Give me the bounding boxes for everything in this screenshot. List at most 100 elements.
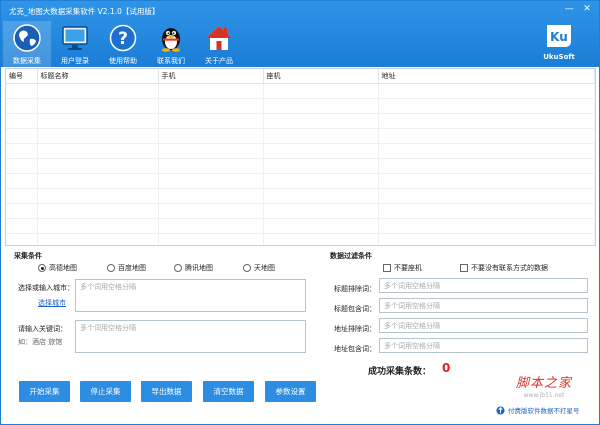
radio-indicator (107, 264, 115, 272)
table-body (6, 83, 595, 245)
toolbar-collect-button[interactable]: 数据采集 (3, 21, 51, 67)
watermark-url: www.jb51.net (523, 392, 565, 399)
svg-text:Ku: Ku (550, 30, 568, 44)
brand-block: Ku UkuSoft (537, 22, 581, 61)
table-cell (263, 98, 379, 114)
city-label: 选择或输入城市： (18, 284, 74, 292)
table-cell (263, 158, 379, 174)
toolbar-contact-button[interactable]: 联系我们 (147, 21, 195, 67)
select-city-link[interactable]: 选择城市 (38, 298, 66, 308)
radio-gaode[interactable]: 高德地图 (38, 263, 77, 273)
toolbar-contact-label: 联系我们 (157, 57, 185, 65)
table-cell (158, 128, 264, 144)
checkbox-indicator (460, 264, 468, 272)
title-include-input[interactable] (379, 298, 588, 313)
table-cell (378, 158, 595, 174)
radio-label: 天地图 (254, 264, 275, 272)
export-data-button[interactable]: 导出数据 (141, 381, 192, 402)
radio-indicator (174, 264, 182, 272)
column-header-mobile[interactable]: 手机 (158, 69, 264, 84)
radio-label: 腾讯地图 (185, 264, 213, 272)
table-row (6, 233, 595, 245)
address-exclude-label: 地址排除词： (334, 325, 376, 333)
toolbar-help-button[interactable]: ? 使用帮助 (99, 21, 147, 67)
title-exclude-input[interactable] (379, 278, 588, 293)
radio-baidu[interactable]: 百度地图 (107, 263, 146, 273)
table-cell (6, 158, 38, 174)
results-table[interactable]: 编号 标题名称 手机 座机 地址 (5, 68, 596, 246)
table-cell (158, 203, 264, 219)
keyword-input[interactable] (75, 320, 306, 353)
table-row (6, 98, 595, 114)
brand-name: UkuSoft (543, 53, 575, 61)
main-toolbar: 数据采集 用户登录 ? 使用帮助 联系我们 关于产品 (3, 21, 243, 67)
column-header-id[interactable]: 编号 (6, 69, 38, 84)
toolbar-about-button[interactable]: 关于产品 (195, 21, 243, 67)
table-cell (263, 143, 379, 159)
radio-indicator (38, 264, 46, 272)
table-cell (6, 113, 38, 129)
table-cell (158, 143, 264, 159)
table-cell (6, 188, 38, 204)
table-cell (263, 173, 379, 189)
table-cell (6, 203, 38, 219)
checkbox-label: 不要没有联系方式的数据 (471, 264, 548, 272)
title-include-label: 标题包含词： (334, 305, 376, 313)
checkbox-label: 不要座机 (394, 264, 422, 272)
watermark-title: 脚本之家 (515, 376, 572, 391)
table-row (6, 203, 595, 219)
table-cell (378, 98, 595, 114)
table-cell (378, 83, 595, 99)
table-cell (263, 203, 379, 219)
clear-data-button[interactable]: 清空数据 (203, 381, 254, 402)
minimize-button[interactable]: — (561, 3, 577, 15)
svg-text:?: ? (118, 29, 128, 49)
table-row (6, 188, 595, 204)
paid-version-notice[interactable]: 付费版软件数据不打星号 (496, 405, 580, 415)
close-button[interactable]: ✕ (579, 3, 595, 15)
column-header-title[interactable]: 标题名称 (37, 69, 159, 84)
address-include-input[interactable] (379, 338, 588, 353)
table-cell (37, 128, 159, 144)
table-cell (158, 173, 264, 189)
table-cell (37, 143, 159, 159)
table-cell (37, 233, 159, 245)
stop-collect-button[interactable]: 停止采集 (80, 381, 131, 402)
table-row (6, 83, 595, 99)
home-icon (206, 26, 232, 50)
radio-tencent[interactable]: 腾讯地图 (174, 263, 213, 273)
table-cell (6, 98, 38, 114)
table-cell (6, 143, 38, 159)
table-cell (37, 218, 159, 234)
table-cell (158, 233, 264, 245)
table-cell (263, 113, 379, 129)
window-controls: — ✕ (561, 3, 595, 15)
table-cell (37, 113, 159, 129)
table-cell (378, 203, 595, 219)
start-collect-button[interactable]: 开始采集 (19, 381, 70, 402)
info-arrow-icon (496, 405, 505, 415)
collect-panel-title: 采集条件 (14, 252, 42, 260)
radio-indicator (243, 264, 251, 272)
column-header-address[interactable]: 地址 (378, 69, 595, 84)
toolbar-login-label: 用户登录 (61, 57, 89, 65)
keyword-label: 请输入关键词： (18, 325, 67, 333)
radio-tianditu[interactable]: 天地图 (243, 263, 275, 273)
toolbar-collect-label: 数据采集 (13, 57, 41, 65)
settings-button[interactable]: 参数设置 (265, 381, 316, 402)
monitor-icon (62, 26, 88, 50)
table-cell (6, 128, 38, 144)
address-exclude-input[interactable] (379, 318, 588, 333)
radio-label: 高德地图 (49, 264, 77, 272)
city-input[interactable] (75, 279, 306, 312)
title-bar: 尤克_地图大数据采集软件 V2.1.0【试用版】 — ✕ 数据采集 用户登录 ?… (1, 1, 599, 67)
toolbar-login-button[interactable]: 用户登录 (51, 21, 99, 67)
column-header-landline[interactable]: 座机 (263, 69, 379, 84)
table-cell (378, 173, 595, 189)
no-landline-checkbox[interactable]: 不要座机 (383, 263, 422, 273)
table-cell (37, 83, 159, 99)
notice-text: 付费版软件数据不打星号 (508, 407, 580, 415)
table-cell (158, 218, 264, 234)
no-contact-checkbox[interactable]: 不要没有联系方式的数据 (460, 263, 548, 273)
success-count-label: 成功采集条数： (368, 367, 432, 377)
